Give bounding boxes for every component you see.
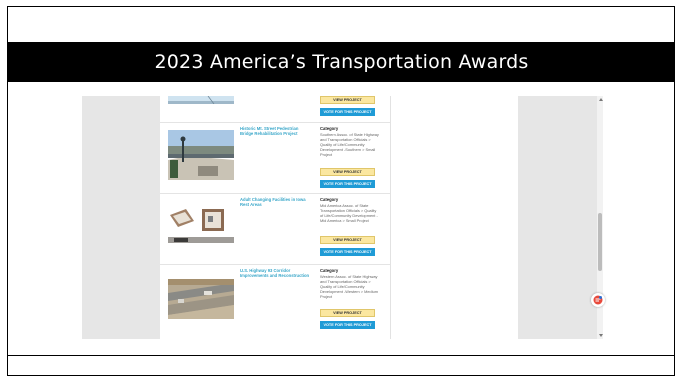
vote-project-button[interactable]: VOTE FOR THIS PROJECT bbox=[320, 248, 375, 256]
project-thumbnail[interactable] bbox=[168, 207, 234, 245]
list-item: Adult Changing Facilities in Iowa Rest A… bbox=[160, 193, 390, 265]
page-margin-right bbox=[518, 96, 597, 339]
vote-project-button[interactable]: VOTE FOR THIS PROJECT bbox=[320, 321, 375, 329]
scroll-down-arrow-icon[interactable] bbox=[599, 334, 603, 337]
list-item: U.S. Highway 93 Corridor Improvements an… bbox=[160, 264, 390, 339]
chat-glyph-icon bbox=[593, 295, 603, 305]
project-thumbnail[interactable] bbox=[168, 96, 234, 104]
category-text: Southern Assoc. of State Highway and Tra… bbox=[320, 132, 379, 158]
slide-footer-divider bbox=[8, 355, 675, 356]
project-thumbnail[interactable] bbox=[168, 130, 234, 180]
view-project-button[interactable]: VIEW PROJECT bbox=[320, 236, 375, 244]
scroll-up-arrow-icon[interactable] bbox=[599, 98, 603, 101]
category-text: Mid America Assoc. of State Transportati… bbox=[320, 203, 378, 224]
project-title-link[interactable]: U.S. Highway 93 Corridor Improvements an… bbox=[240, 268, 312, 279]
vote-project-button[interactable]: VOTE FOR THIS PROJECT bbox=[320, 180, 375, 188]
vote-project-button[interactable]: VOTE FOR THIS PROJECT bbox=[320, 108, 375, 116]
view-project-button[interactable]: VIEW PROJECT bbox=[320, 96, 375, 104]
view-project-button[interactable]: VIEW PROJECT bbox=[320, 168, 375, 176]
project-thumbnail[interactable] bbox=[168, 279, 234, 319]
category-label: Category bbox=[320, 126, 339, 131]
list-item: Historic Mt. Street Pedestrian Bridge Re… bbox=[160, 122, 390, 194]
chat-bubble-icon[interactable] bbox=[591, 293, 605, 307]
page-margin-left bbox=[82, 96, 160, 339]
category-label: Category bbox=[320, 197, 339, 202]
category-label: Category bbox=[320, 268, 339, 273]
category-text: Western Assoc. of State Highway and Tran… bbox=[320, 274, 378, 300]
list-item: VIEW PROJECT VOTE FOR THIS PROJECT bbox=[160, 96, 390, 123]
project-title-link[interactable]: Historic Mt. Street Pedestrian Bridge Re… bbox=[240, 126, 312, 137]
project-list: VIEW PROJECT VOTE FOR THIS PROJECT Histo… bbox=[160, 96, 391, 339]
view-project-button[interactable]: VIEW PROJECT bbox=[320, 309, 375, 317]
slide-title: 2023 America’s Transportation Awards bbox=[8, 42, 675, 82]
project-title-link[interactable]: Adult Changing Facilities in Iowa Rest A… bbox=[240, 197, 312, 208]
scrollbar-thumb[interactable] bbox=[598, 213, 602, 271]
